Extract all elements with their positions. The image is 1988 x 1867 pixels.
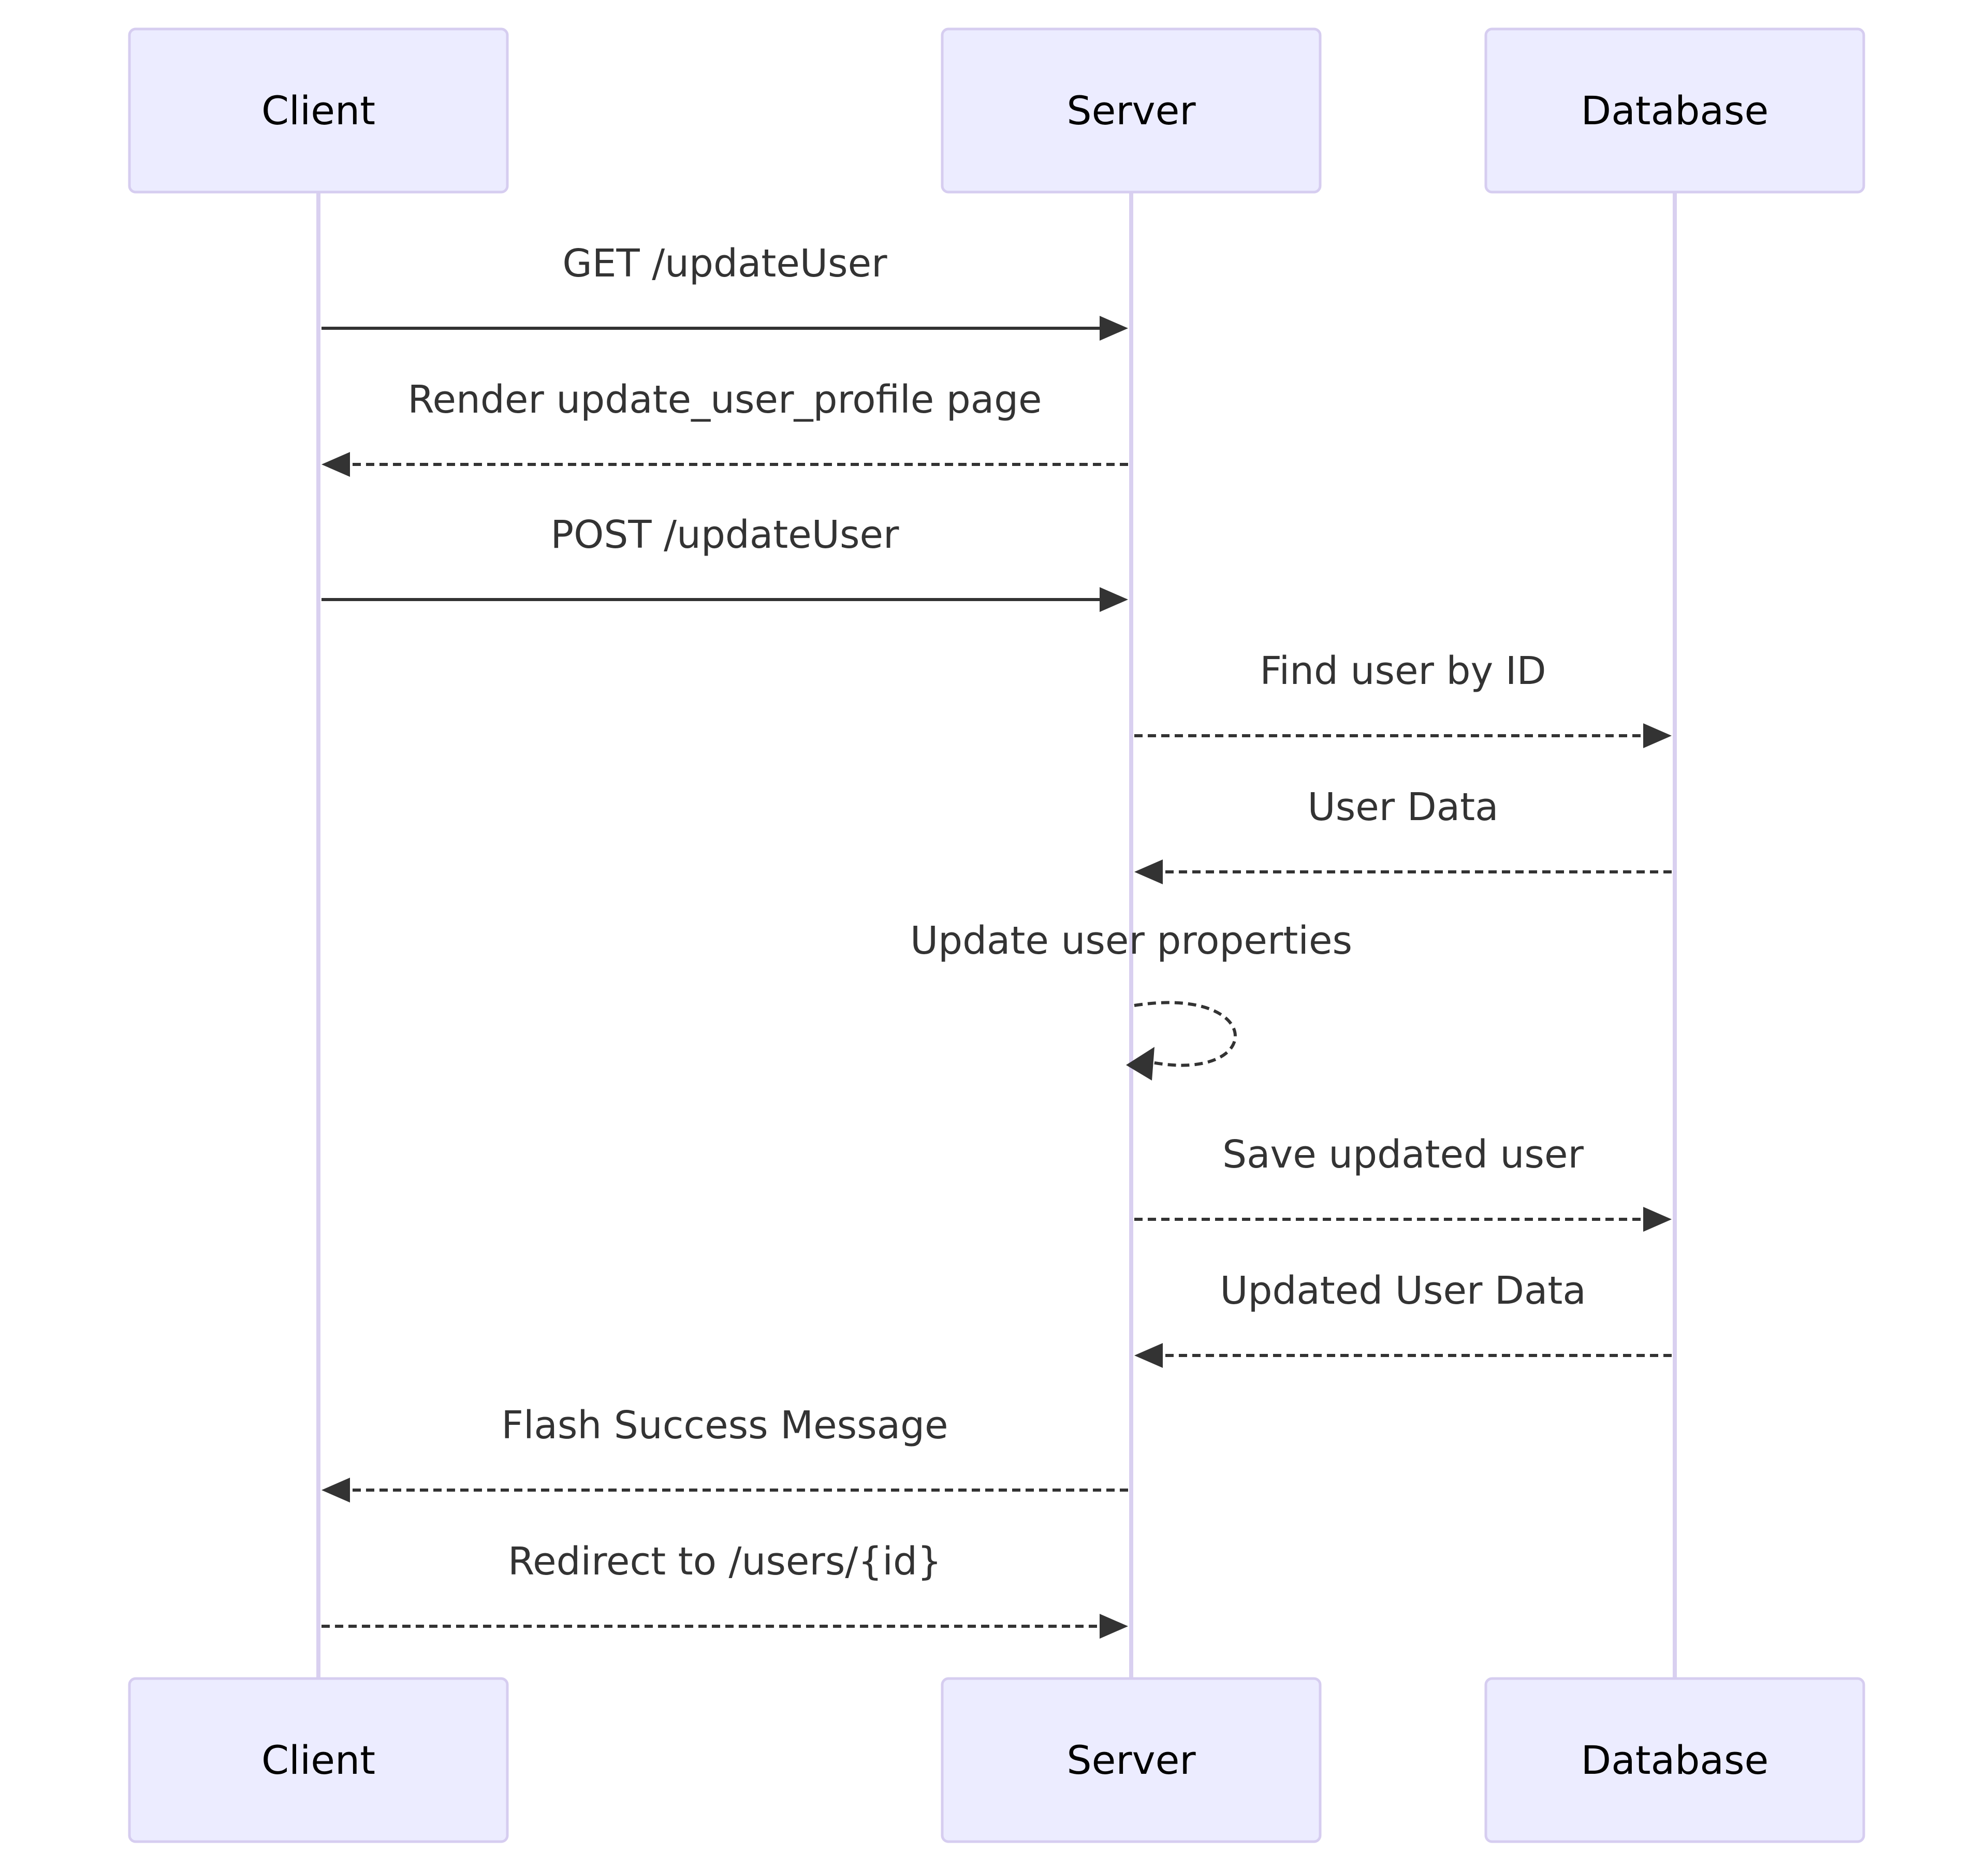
actor-database-bottom[interactable]: Database — [1484, 1677, 1865, 1843]
message-label: Find user by ID — [1260, 649, 1546, 693]
actor-label: Server — [1066, 87, 1196, 134]
message-label: Save updated user — [1222, 1132, 1584, 1177]
sequence-diagram: Client Server Database Client Server Databas… — [128, 27, 1865, 1843]
message: Render update_user_profile page — [321, 377, 1128, 477]
message: POST /updateUser — [321, 513, 1128, 612]
actor-database-top[interactable]: Database — [1484, 27, 1865, 194]
arrowhead-icon — [321, 1478, 350, 1503]
actors-bottom: Client Server Database — [128, 1677, 1865, 1843]
message-label: Update user properties — [910, 918, 1352, 963]
message: User Data — [1134, 785, 1672, 884]
arrowhead-icon — [1100, 587, 1128, 612]
message-label: Render update_user_profile page — [407, 377, 1042, 422]
message-label: Updated User Data — [1220, 1268, 1586, 1313]
message: Flash Success Message — [321, 1403, 1128, 1503]
actor-server-bottom[interactable]: Server — [941, 1677, 1322, 1843]
actor-client-bottom[interactable]: Client — [128, 1677, 509, 1843]
arrowhead-icon — [1643, 1207, 1672, 1232]
actor-label: Client — [261, 1737, 375, 1783]
message: GET /updateUser — [321, 241, 1128, 341]
actors-top: Client Server Database — [128, 27, 1865, 194]
arrowhead-icon — [1100, 316, 1128, 341]
message-label: User Data — [1308, 785, 1499, 829]
message: Save updated user — [1134, 1132, 1672, 1232]
arrowhead-icon — [1134, 1343, 1163, 1368]
actor-server-top[interactable]: Server — [941, 27, 1322, 194]
actor-label: Database — [1581, 1737, 1769, 1783]
arrowhead-icon — [1100, 1614, 1128, 1639]
actor-client-top[interactable]: Client — [128, 27, 509, 194]
arrowhead-icon — [321, 452, 350, 477]
actor-label: Server — [1066, 1737, 1196, 1783]
arrowhead-icon — [1134, 859, 1163, 884]
message-label: GET /updateUser — [562, 241, 887, 286]
arrowhead-icon — [1643, 723, 1672, 748]
message-label: POST /updateUser — [551, 513, 899, 557]
message: Redirect to /users/{id} — [321, 1539, 1128, 1639]
message: Updated User Data — [1134, 1268, 1672, 1368]
message-label: Flash Success Message — [501, 1403, 948, 1448]
message: Find user by ID — [1134, 649, 1672, 748]
message-label: Redirect to /users/{id} — [508, 1539, 942, 1584]
messages: GET /updateUser Render update_user_profil… — [321, 241, 1672, 1639]
actor-label: Database — [1581, 87, 1769, 134]
actor-label: Client — [261, 87, 375, 134]
